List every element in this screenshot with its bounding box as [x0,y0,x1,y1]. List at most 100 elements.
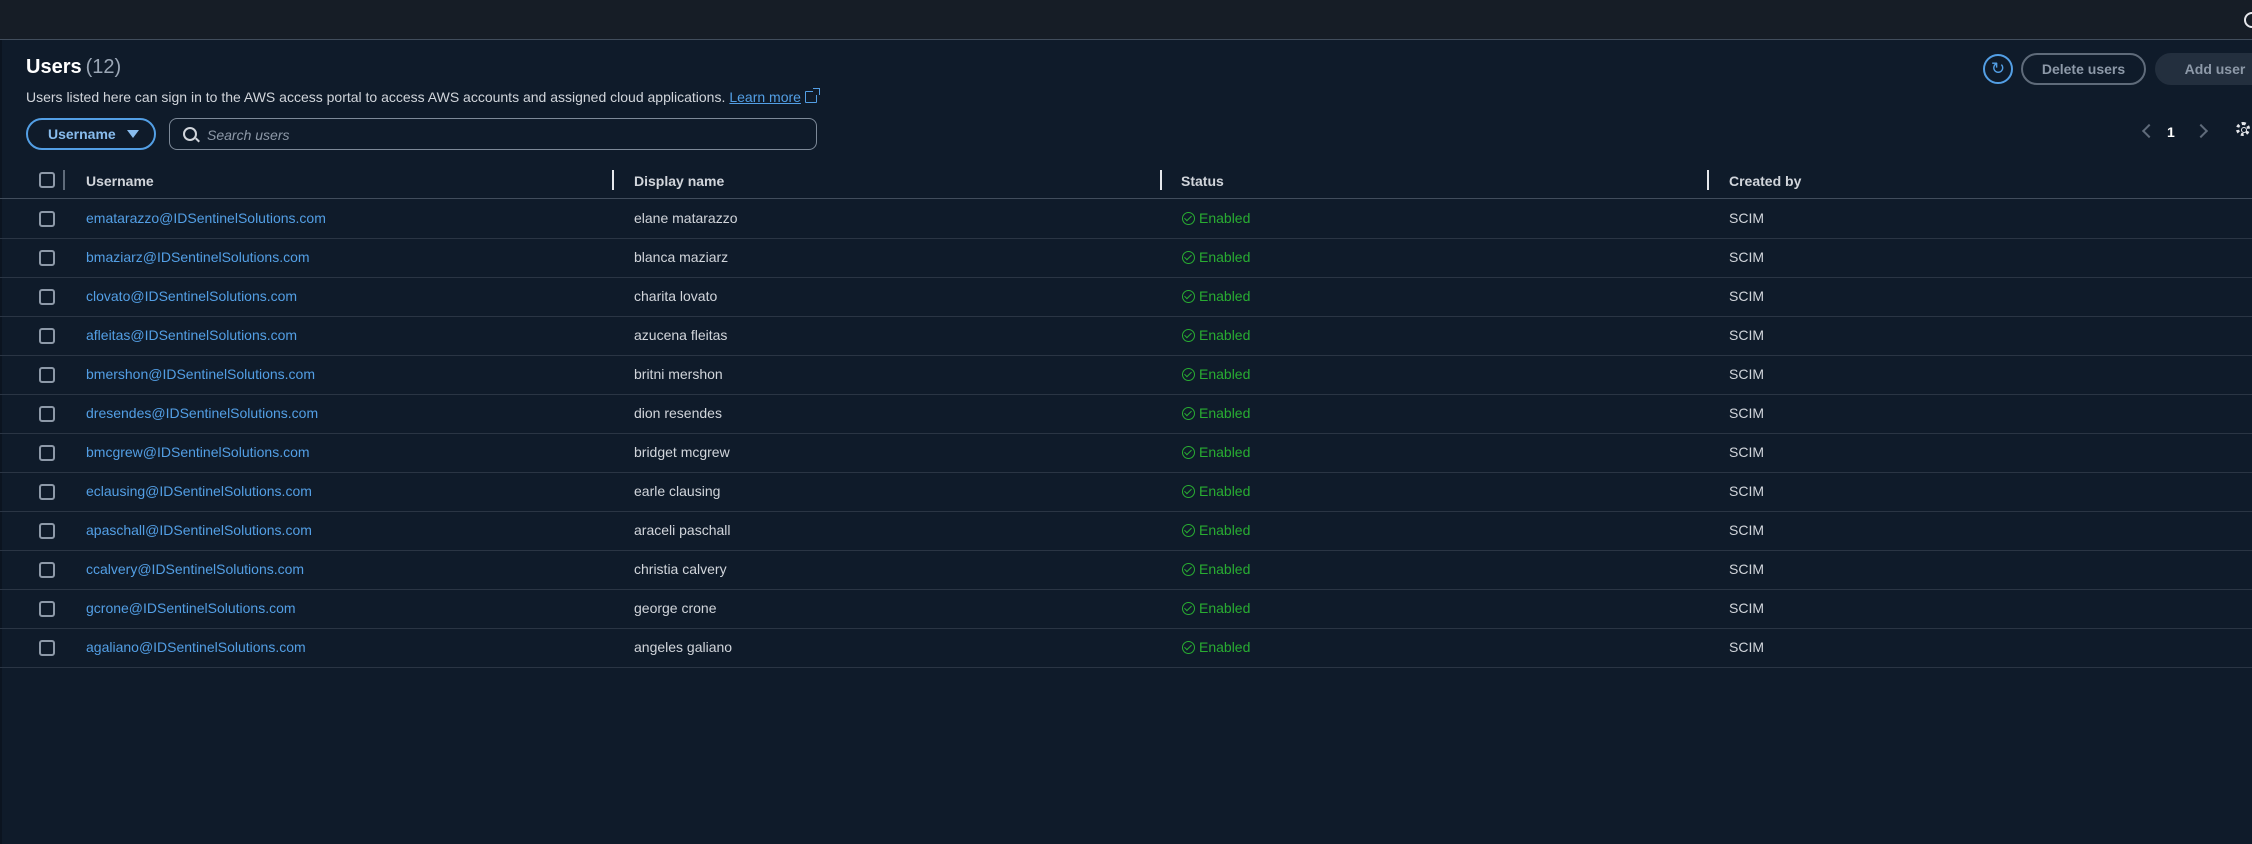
display-name: britni mershon [634,366,723,382]
table-row[interactable]: afleitas@IDSentinelSolutions.com azucena … [0,316,2252,356]
username-link[interactable]: apaschall@IDSentinelSolutions.com [86,522,312,538]
row-checkbox[interactable] [39,328,55,344]
select-all-checkbox[interactable] [39,172,55,188]
table-row[interactable]: gcrone@IDSentinelSolutions.com george cro… [0,589,2252,629]
column-header-created-by[interactable]: Created by [1729,173,1801,189]
refresh-icon: ↻ [1990,59,2006,78]
column-header-status[interactable]: Status [1181,173,1224,189]
username-link[interactable]: afleitas@IDSentinelSolutions.com [86,327,297,343]
display-name: angeles galiano [634,639,733,655]
column-header-username[interactable]: Username [86,173,154,189]
username-link[interactable]: dresendes@IDSentinelSolutions.com [86,405,318,421]
status-cell: Enabled [1182,249,1250,265]
refresh-button[interactable]: ↻ [1983,54,2013,84]
status-cell: Enabled [1182,366,1250,382]
check-circle-icon [1182,563,1195,576]
column-resizer[interactable] [1707,170,1709,190]
status-cell: Enabled [1182,405,1250,421]
status-text: Enabled [1199,561,1251,577]
check-circle-icon [1182,485,1195,498]
status-text: Enabled [1199,366,1251,382]
username-link[interactable]: clovato@IDSentinelSolutions.com [86,288,297,304]
status-text: Enabled [1199,405,1251,421]
description-text: Users listed here can sign in to the AWS… [26,89,726,105]
status-cell: Enabled [1182,639,1250,655]
username-link[interactable]: gcrone@IDSentinelSolutions.com [86,600,296,616]
status-text: Enabled [1199,444,1251,460]
created-by: SCIM [1729,249,1764,265]
table-row[interactable]: bmcgrew@IDSentinelSolutions.com bridget m… [0,433,2252,473]
page-number[interactable]: 1 [2167,124,2175,140]
check-circle-icon [1182,602,1195,615]
table-row[interactable]: agaliano@IDSentinelSolutions.com angeles … [0,628,2252,668]
property-filter-dropdown[interactable]: Username [26,118,156,150]
row-checkbox[interactable] [39,523,55,539]
check-circle-icon [1182,329,1195,342]
display-name: christia calvery [634,561,727,577]
row-checkbox[interactable] [39,406,55,422]
user-count: (12) [85,56,122,78]
created-by: SCIM [1729,288,1764,304]
column-resizer[interactable] [612,170,614,190]
page-description: Users listed here can sign in to the AWS… [26,88,820,105]
table-row[interactable]: ccalvery@IDSentinelSolutions.com christia… [0,550,2252,590]
table-row[interactable]: bmershon@IDSentinelSolutions.com britni m… [0,355,2252,395]
delete-users-button[interactable]: Delete users [2021,53,2146,85]
status-cell: Enabled [1182,483,1250,499]
table-row[interactable]: eclausing@IDSentinelSolutions.com earle c… [0,472,2252,512]
gear-icon[interactable] [2236,122,2250,136]
column-resizer[interactable] [63,170,65,190]
status-text: Enabled [1199,600,1251,616]
display-name: elane matarazzo [634,210,738,226]
username-link[interactable]: bmcgrew@IDSentinelSolutions.com [86,444,310,460]
info-icon[interactable] [2244,12,2252,28]
table-row[interactable]: bmaziarz@IDSentinelSolutions.com blanca m… [0,238,2252,278]
row-checkbox[interactable] [39,601,55,617]
add-user-button[interactable]: Add user [2155,53,2252,85]
check-circle-icon [1182,446,1195,459]
table-row[interactable]: apaschall@IDSentinelSolutions.com araceli… [0,511,2252,551]
username-link[interactable]: agaliano@IDSentinelSolutions.com [86,639,306,655]
status-text: Enabled [1199,288,1251,304]
display-name: azucena fleitas [634,327,728,343]
status-cell: Enabled [1182,600,1250,616]
row-checkbox[interactable] [39,367,55,383]
created-by: SCIM [1729,639,1764,655]
column-header-display-name[interactable]: Display name [634,173,724,189]
search-box[interactable] [169,118,817,151]
status-text: Enabled [1199,210,1251,226]
row-checkbox[interactable] [39,289,55,305]
learn-more-link[interactable]: Learn more [729,89,801,105]
created-by: SCIM [1729,483,1764,499]
row-checkbox[interactable] [39,445,55,461]
created-by: SCIM [1729,366,1764,382]
username-link[interactable]: ematarazzo@IDSentinelSolutions.com [86,210,326,226]
created-by: SCIM [1729,561,1764,577]
top-navigation-bar [0,0,2252,40]
check-circle-icon [1182,524,1195,537]
username-link[interactable]: eclausing@IDSentinelSolutions.com [86,483,312,499]
status-cell: Enabled [1182,288,1250,304]
check-circle-icon [1182,407,1195,420]
display-name: dion resendes [634,405,722,421]
search-icon [183,127,197,141]
table-row[interactable]: dresendes@IDSentinelSolutions.com dion re… [0,394,2252,434]
table-row[interactable]: clovato@IDSentinelSolutions.com charita l… [0,277,2252,317]
created-by: SCIM [1729,210,1764,226]
username-link[interactable]: bmershon@IDSentinelSolutions.com [86,366,315,382]
row-checkbox[interactable] [39,484,55,500]
created-by: SCIM [1729,600,1764,616]
row-checkbox[interactable] [39,211,55,227]
external-link-icon [804,88,820,103]
username-link[interactable]: bmaziarz@IDSentinelSolutions.com [86,249,310,265]
column-resizer[interactable] [1160,170,1162,190]
row-checkbox[interactable] [39,640,55,656]
check-circle-icon [1182,641,1195,654]
row-checkbox[interactable] [39,250,55,266]
search-input[interactable] [205,119,809,151]
check-circle-icon [1182,212,1195,225]
table-row[interactable]: ematarazzo@IDSentinelSolutions.com elane … [0,199,2252,239]
username-link[interactable]: ccalvery@IDSentinelSolutions.com [86,561,304,577]
caret-down-icon [127,130,139,138]
row-checkbox[interactable] [39,562,55,578]
